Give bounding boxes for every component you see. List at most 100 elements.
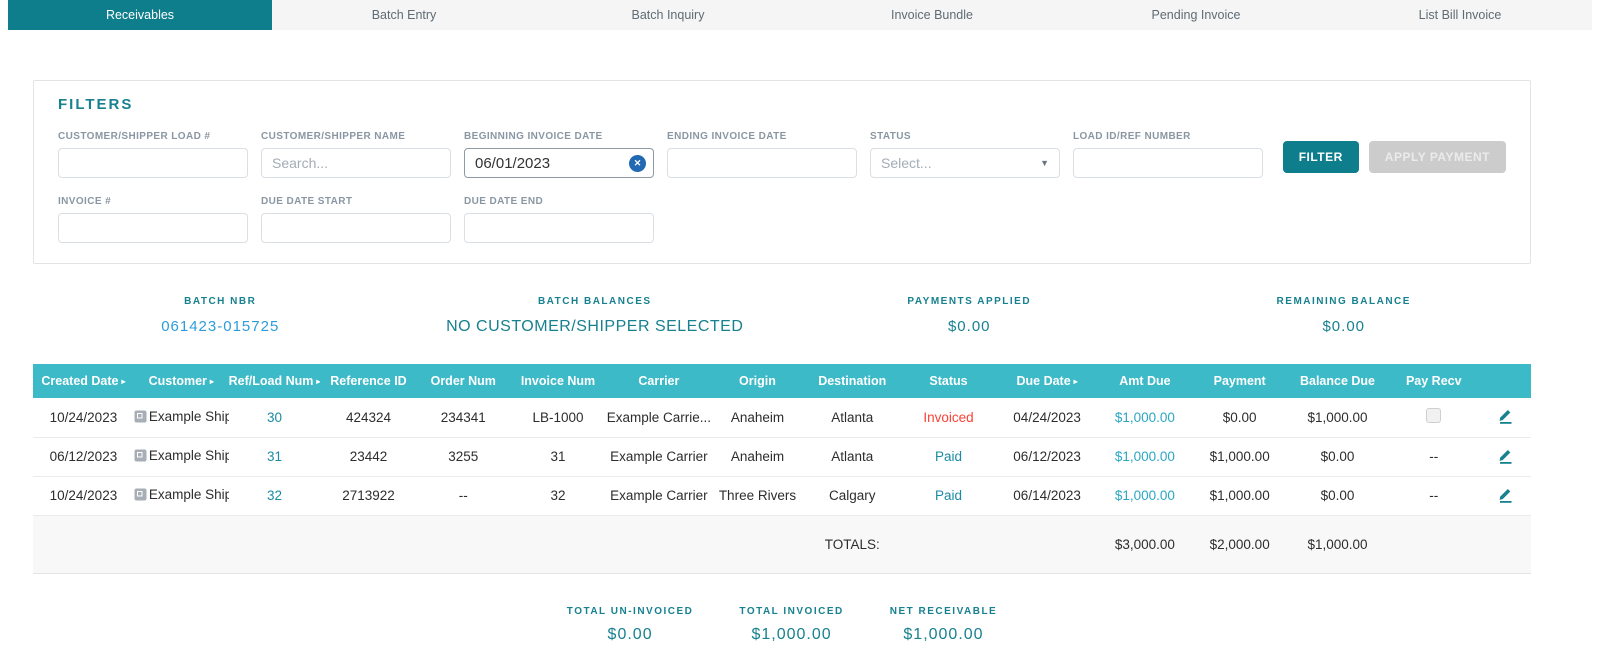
total-invoiced-value: $1,000.00: [751, 625, 832, 643]
receivables-table: Created Date ▸ Customer ▸ Ref/Load Num ▸ Re…: [33, 364, 1531, 574]
col-destination[interactable]: Destination: [803, 364, 902, 398]
table-row: 10/24/2023 Example Shipp 30 424324 23434…: [33, 398, 1531, 438]
field-label: ENDING INVOICE DATE: [667, 131, 787, 142]
cell-invoice-num: 32: [509, 476, 607, 516]
field-due-date-end: DUE DATE END: [464, 196, 654, 243]
field-customer-shipper-load: CUSTOMER/SHIPPER LOAD #: [58, 131, 248, 178]
status-badge: Paid: [901, 437, 996, 477]
col-carrier[interactable]: Carrier: [606, 364, 712, 398]
due-date-end-input[interactable]: [464, 213, 654, 243]
col-status[interactable]: Status: [901, 364, 996, 398]
status-select-placeholder: Select...: [881, 155, 932, 171]
tab-list-bill-invoice[interactable]: List Bill Invoice: [1328, 0, 1592, 30]
field-label: DUE DATE START: [261, 196, 353, 207]
invoice-num-input[interactable]: [58, 213, 248, 243]
net-receivable-block: NET RECEIVABLE $1,000.00: [890, 606, 998, 644]
page-body: FILTERS CUSTOMER/SHIPPER LOAD # CUSTOMER…: [0, 80, 1600, 644]
col-order-num[interactable]: Order Num: [416, 364, 510, 398]
payments-applied-block: PAYMENTS APPLIED $0.00: [782, 296, 1157, 336]
cell-order-num: 3255: [416, 437, 510, 477]
field-status: STATUS Select... ▼: [870, 131, 1060, 178]
remaining-balance-label: REMAINING BALANCE: [1276, 296, 1411, 307]
table-row: 10/24/2023 Example Shipp 32 2713922 -- 3…: [33, 476, 1531, 516]
field-label: CUSTOMER/SHIPPER NAME: [261, 131, 406, 142]
tab-receivables[interactable]: Receivables: [8, 0, 272, 30]
amt-due-link[interactable]: $1,000.00: [1115, 449, 1175, 464]
edit-icon[interactable]: [1497, 407, 1514, 425]
total-uninvoiced-block: TOTAL UN-INVOICED $0.00: [567, 606, 694, 644]
field-label: CUSTOMER/SHIPPER LOAD #: [58, 131, 211, 142]
col-created-date[interactable]: Created Date ▸: [33, 364, 134, 398]
col-origin[interactable]: Origin: [711, 364, 804, 398]
cell-created-date: 06/12/2023: [33, 437, 134, 477]
cell-pay-recv: --: [1387, 476, 1481, 516]
batch-balances-label: BATCH BALANCES: [537, 296, 652, 307]
cell-reference-id: 23442: [320, 437, 417, 477]
cell-origin: Anaheim: [711, 437, 804, 477]
cell-carrier: Example Carrie...: [606, 398, 712, 438]
totals-row: TOTALS: $3,000.00 $2,000.00 $1,000.00: [33, 515, 1531, 574]
clear-date-icon[interactable]: ✕: [629, 155, 646, 172]
totals-label: TOTALS:: [803, 515, 902, 574]
tab-batch-entry[interactable]: Batch Entry: [272, 0, 536, 30]
cell-invoice-num: 31: [509, 437, 607, 477]
field-label: STATUS: [870, 131, 911, 142]
amt-due-link[interactable]: $1,000.00: [1115, 488, 1175, 503]
cell-payment: $0.00: [1191, 398, 1288, 438]
status-select[interactable]: Select... ▼: [870, 148, 1060, 178]
cell-balance-due: $0.00: [1287, 476, 1388, 516]
tab-invoice-bundle[interactable]: Invoice Bundle: [800, 0, 1064, 30]
cell-destination: Atlanta: [803, 437, 902, 477]
chevron-down-icon: ▼: [1040, 158, 1049, 168]
cell-pay-recv: --: [1387, 437, 1481, 477]
col-amt-due[interactable]: Amt Due: [1098, 364, 1192, 398]
col-customer[interactable]: Customer ▸: [133, 364, 229, 398]
amt-due-link[interactable]: $1,000.00: [1115, 410, 1175, 425]
table-header-row: Created Date ▸ Customer ▸ Ref/Load Num ▸ Re…: [33, 364, 1531, 398]
customer-name: Example Shipp: [148, 408, 229, 424]
cell-carrier: Example Carrier: [606, 437, 712, 477]
status-badge: Paid: [901, 476, 996, 516]
ref-load-link[interactable]: 31: [267, 449, 282, 464]
batch-balances-block: BATCH BALANCES NO CUSTOMER/SHIPPER SELEC…: [408, 296, 783, 336]
col-payment[interactable]: Payment: [1191, 364, 1288, 398]
col-ref-load-num[interactable]: Ref/Load Num ▸: [228, 364, 321, 398]
load-id-ref-input[interactable]: [1073, 148, 1263, 178]
ref-load-link[interactable]: 30: [267, 410, 282, 425]
batch-balances-value: NO CUSTOMER/SHIPPER SELECTED: [446, 318, 744, 335]
col-reference-id[interactable]: Reference ID: [320, 364, 417, 398]
cell-payment: $1,000.00: [1191, 437, 1288, 477]
ref-load-link[interactable]: 32: [267, 488, 282, 503]
apply-payment-button[interactable]: APPLY PAYMENT: [1368, 141, 1506, 173]
pay-recv-checkbox[interactable]: [1426, 408, 1442, 424]
customer-name: Example Shipp: [148, 448, 229, 463]
beginning-invoice-date-input[interactable]: [464, 148, 654, 178]
col-edit: [1480, 364, 1531, 398]
totals-payment: $2,000.00: [1191, 515, 1288, 574]
col-invoice-num[interactable]: Invoice Num: [509, 364, 607, 398]
col-due-date[interactable]: Due Date ▸: [995, 364, 1099, 398]
batch-nbr-value[interactable]: 061423-015725: [33, 318, 408, 335]
due-date-start-input[interactable]: [261, 213, 451, 243]
edit-icon[interactable]: [1497, 447, 1514, 464]
cell-reference-id: 424324: [320, 398, 417, 438]
cell-created-date: 10/24/2023: [33, 476, 134, 516]
company-icon: [134, 449, 147, 462]
col-pay-recv[interactable]: Pay Recv: [1387, 364, 1481, 398]
field-label: LOAD ID/REF NUMBER: [1073, 131, 1191, 142]
ending-invoice-date-input[interactable]: [667, 148, 857, 178]
totals-amt-due: $3,000.00: [1098, 515, 1192, 574]
total-invoiced-label: TOTAL INVOICED: [739, 605, 844, 617]
field-beginning-invoice-date: BEGINNING INVOICE DATE ✕: [464, 131, 654, 178]
filter-button[interactable]: FILTER: [1282, 141, 1359, 173]
tab-bar: Receivables Batch Entry Batch Inquiry In…: [8, 0, 1592, 30]
edit-icon[interactable]: [1497, 486, 1514, 503]
col-balance-due[interactable]: Balance Due: [1287, 364, 1388, 398]
customer-shipper-name-input[interactable]: [261, 148, 451, 178]
tab-pending-invoice[interactable]: Pending Invoice: [1064, 0, 1328, 30]
customer-shipper-load-input[interactable]: [58, 148, 248, 178]
tab-batch-inquiry[interactable]: Batch Inquiry: [536, 0, 800, 30]
remaining-balance-value: $0.00: [1322, 318, 1366, 335]
cell-customer: Example Shipp: [133, 476, 229, 516]
batch-info: BATCH NBR 061423-015725 BATCH BALANCES N…: [33, 296, 1531, 336]
